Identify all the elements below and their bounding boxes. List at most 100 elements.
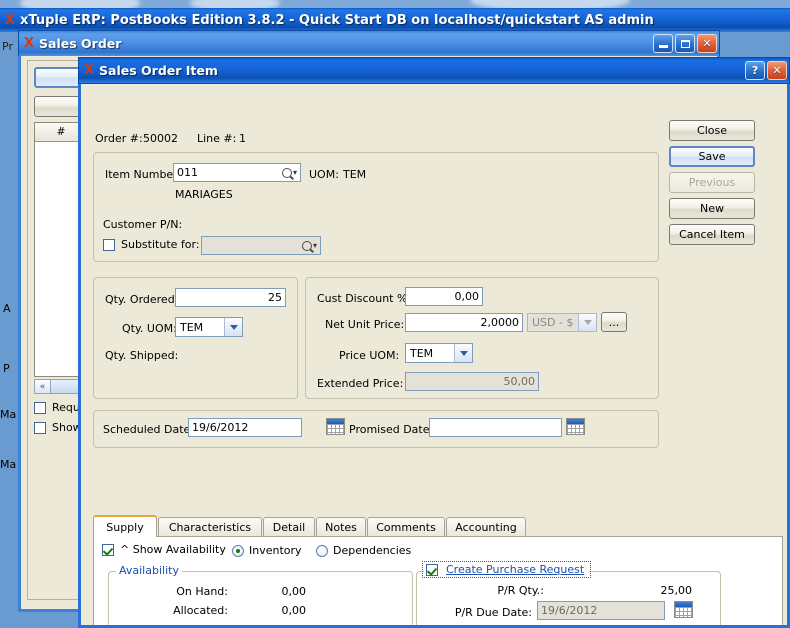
extended-price-value: 50,00 xyxy=(503,375,536,388)
bg-label-p: P xyxy=(3,362,10,375)
customer-pn-label: Customer P/N: xyxy=(103,218,183,231)
allocated-value: 0,00 xyxy=(281,604,307,617)
extended-price-label: Extended Price: xyxy=(317,377,404,390)
checkbox-box[interactable] xyxy=(34,401,46,414)
bg-label-ma-2: Ma xyxy=(0,458,17,471)
qty-uom-label: Qty. UOM: xyxy=(122,322,177,335)
chevron-down-icon[interactable] xyxy=(578,314,596,331)
qty-ordered-label: Qty. Ordered: xyxy=(105,293,179,306)
maximize-button[interactable] xyxy=(675,34,695,53)
extended-price-value-field: 50,00 xyxy=(405,372,539,391)
item-window-title: Sales Order Item xyxy=(99,63,218,78)
help-button[interactable]: ? xyxy=(745,61,765,80)
pr-due-date-input[interactable]: 19/6/2012 xyxy=(537,601,665,620)
scheduled-date-value: 19/6/2012 xyxy=(192,421,249,434)
new-button[interactable]: New xyxy=(669,198,755,219)
item-number-input[interactable]: 011 ▾ xyxy=(173,163,301,182)
scheduled-date-input[interactable]: 19/6/2012 xyxy=(188,418,302,437)
uom-label: UOM: xyxy=(309,168,339,181)
create-purchase-request-label[interactable]: Create Purchase Request xyxy=(443,563,588,576)
allocated-label: Allocated: xyxy=(173,604,228,617)
item-titlebar[interactable]: X Sales Order Item ? ✕ xyxy=(78,57,790,84)
price-detail-button[interactable]: ... xyxy=(601,312,627,332)
net-unit-price-value: 2,0000 xyxy=(480,316,520,329)
save-button[interactable]: Save xyxy=(669,146,755,167)
previous-button: Previous xyxy=(669,172,755,193)
item-number-label: Item Number: xyxy=(105,168,182,181)
currency-select[interactable]: USD - $ xyxy=(527,313,597,332)
sales-order-item-window[interactable]: X Sales Order Item ? ✕ Order #: 50002 Li… xyxy=(78,57,790,628)
tab-notes[interactable]: Notes xyxy=(316,517,366,537)
pr-due-date-label: P/R Due Date: xyxy=(454,606,532,619)
xtuple-logo-icon: X xyxy=(5,12,16,28)
item-number-value: 011 xyxy=(177,166,198,179)
bg-label-ma-1: Ma xyxy=(0,408,17,421)
minimize-button[interactable] xyxy=(653,34,673,53)
tab-characteristics[interactable]: Characteristics xyxy=(158,517,262,537)
line-number-label: Line #: xyxy=(197,132,237,145)
order-number-label: Order #: xyxy=(95,132,143,145)
show-availability-row[interactable]: ^ Show Availability xyxy=(102,543,226,556)
action-button-column: Close Save Previous New Cancel Item xyxy=(669,120,755,245)
tab-supply[interactable]: Supply xyxy=(93,515,157,537)
cancel-item-button[interactable]: Cancel Item xyxy=(669,224,755,245)
qty-uom-select[interactable]: TEM xyxy=(175,317,243,337)
line-number-value: 1 xyxy=(239,132,246,145)
checkbox-box[interactable] xyxy=(34,421,46,434)
show-availability-checkbox[interactable] xyxy=(102,543,114,556)
radio-button[interactable] xyxy=(232,544,244,557)
substitute-checkbox[interactable] xyxy=(103,238,115,251)
radio-button[interactable] xyxy=(316,544,328,557)
xtuple-logo-icon: X xyxy=(24,36,35,51)
unallocated-value: 0,00 xyxy=(234,623,307,625)
calendar-icon[interactable] xyxy=(326,418,345,435)
chevron-down-icon[interactable] xyxy=(224,318,242,336)
create-purchase-request-checkbox[interactable] xyxy=(426,563,438,576)
substitute-for-label: Substitute for: xyxy=(121,238,200,251)
close-button[interactable]: Close xyxy=(669,120,755,141)
net-unit-price-label: Net Unit Price: xyxy=(325,318,405,331)
create-purchase-request-row[interactable]: Create Purchase Request xyxy=(421,561,592,578)
item-lookup-icon[interactable]: ▾ xyxy=(281,167,297,178)
qty-ordered-input[interactable]: 25 xyxy=(175,288,286,307)
net-unit-price-input[interactable]: 2,0000 xyxy=(405,313,523,332)
chevron-down-icon[interactable] xyxy=(454,344,472,362)
cust-discount-input[interactable]: 0,00 xyxy=(405,287,483,306)
substitute-lookup-icon[interactable]: ▾ xyxy=(301,240,317,251)
cust-discount-value: 0,00 xyxy=(454,290,480,303)
qty-shipped-label: Qty. Shipped: xyxy=(105,349,179,362)
sales-order-title: Sales Order xyxy=(39,36,122,51)
close-icon[interactable]: ✕ xyxy=(767,61,787,80)
cust-discount-label: Cust Discount % xyxy=(317,292,408,305)
substitute-input[interactable]: ▾ xyxy=(201,236,321,255)
radio-inventory-label: Inventory xyxy=(249,544,302,557)
bg-label-a: A xyxy=(3,302,11,315)
uom-value: TEM xyxy=(343,168,367,181)
promised-date-input[interactable] xyxy=(429,418,562,437)
qty-uom-value: TEM xyxy=(180,320,204,334)
close-icon[interactable]: ✕ xyxy=(697,34,717,53)
calendar-icon[interactable] xyxy=(566,418,585,435)
tab-detail[interactable]: Detail xyxy=(263,517,315,537)
item-client-area: Order #: 50002 Line #: 1 Item Number: 01… xyxy=(78,84,790,628)
tab-comments[interactable]: Comments xyxy=(367,517,445,537)
tab-accounting[interactable]: Accounting xyxy=(446,517,526,537)
pr-qty-value: 25,00 xyxy=(660,584,693,597)
price-uom-value: TEM xyxy=(410,346,434,360)
app-titlebar: X xTuple ERP: PostBooks Edition 3.8.2 - … xyxy=(0,8,790,32)
order-number-value: 50002 xyxy=(143,132,178,145)
availability-legend: Availability xyxy=(116,564,182,577)
scheduled-date-label: Scheduled Date: xyxy=(103,423,195,436)
xtuple-logo-icon: X xyxy=(84,63,95,78)
radio-dependencies[interactable]: Dependencies xyxy=(316,544,411,557)
on-hand-label: On Hand: xyxy=(176,585,228,598)
on-hand-value: 0,00 xyxy=(281,585,307,598)
substitute-for-row[interactable]: Substitute for: xyxy=(103,238,200,251)
calendar-icon[interactable] xyxy=(674,601,693,618)
scroll-left-icon[interactable]: « xyxy=(35,380,51,393)
show-availability-label: ^ Show Availability xyxy=(120,543,226,556)
bg-label-pr: Pr xyxy=(2,40,13,53)
sales-order-titlebar[interactable]: X Sales Order ✕ xyxy=(18,30,720,56)
radio-inventory[interactable]: Inventory xyxy=(232,544,302,557)
price-uom-select[interactable]: TEM xyxy=(405,343,473,363)
